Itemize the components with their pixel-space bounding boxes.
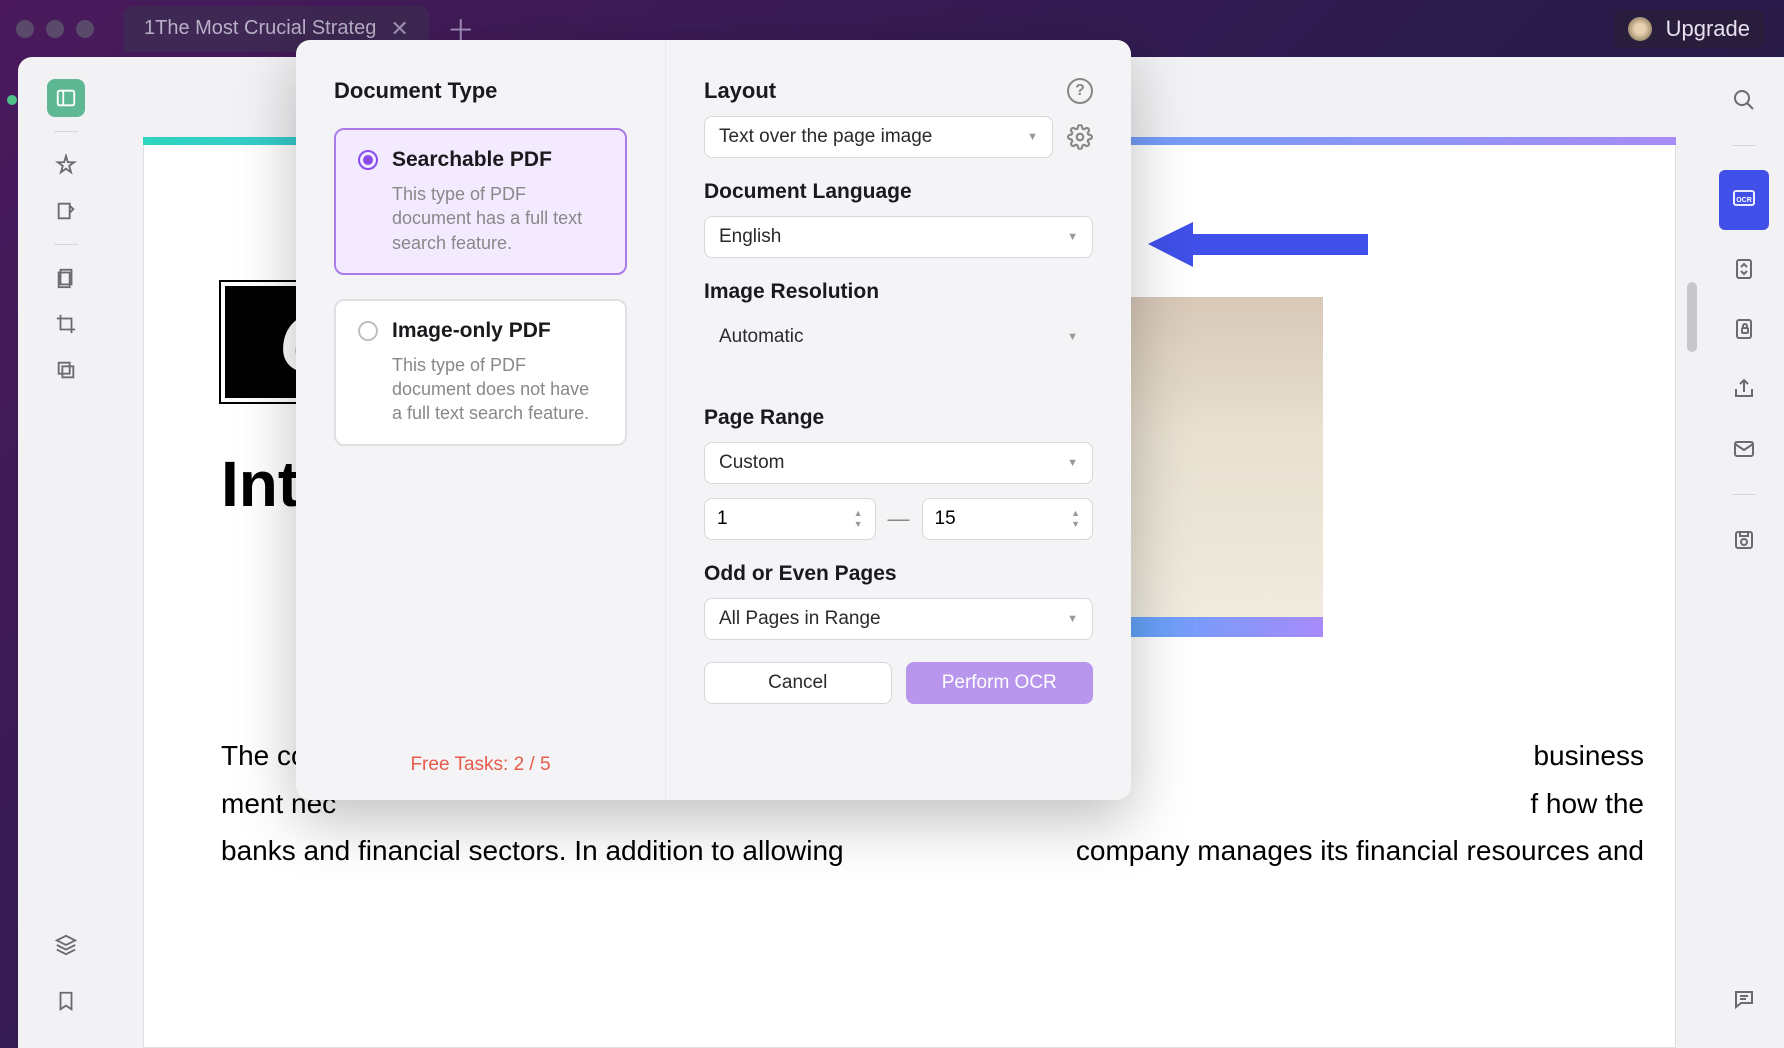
parity-value: All Pages in Range xyxy=(719,608,881,630)
cancel-button[interactable]: Cancel xyxy=(704,662,892,704)
doc-type-image-only-pdf[interactable]: Image-only PDF This type of PDF document… xyxy=(334,299,627,446)
layout-select[interactable]: Text over the page image ▼ xyxy=(704,116,1053,158)
left-sidebar xyxy=(18,57,113,1048)
layout-value: Text over the page image xyxy=(719,126,932,148)
minimize-window-button[interactable] xyxy=(46,20,64,38)
protect-icon[interactable] xyxy=(1723,308,1765,350)
stepper-icon[interactable]: ▲▼ xyxy=(1071,509,1080,529)
maximize-window-button[interactable] xyxy=(76,20,94,38)
page-from-value: 1 xyxy=(717,508,728,530)
language-select[interactable]: English ▼ xyxy=(704,216,1093,258)
chevron-down-icon: ▼ xyxy=(1067,457,1078,469)
resolution-label: Image Resolution xyxy=(704,280,1093,304)
chevron-down-icon: ▼ xyxy=(1067,231,1078,243)
ocr-dialog-left: Document Type Searchable PDF This type o… xyxy=(296,40,666,800)
document-body-right: business f how the company manages its f… xyxy=(1076,732,1644,875)
svg-text:OCR: OCR xyxy=(1736,197,1752,204)
gear-icon[interactable] xyxy=(1067,124,1093,150)
help-icon[interactable]: ? xyxy=(1067,78,1093,104)
parity-label: Odd or Even Pages xyxy=(704,562,1093,586)
page-from-input[interactable]: 1 ▲▼ xyxy=(704,498,876,540)
upgrade-label: Upgrade xyxy=(1666,16,1750,42)
close-window-button[interactable] xyxy=(16,20,34,38)
duplicate-icon[interactable] xyxy=(47,351,85,389)
ocr-icon[interactable]: OCR xyxy=(1719,170,1769,230)
language-value: English xyxy=(719,226,781,248)
ocr-dialog-right: Layout ? Text over the page image ▼ Docu… xyxy=(666,40,1131,800)
window-controls xyxy=(16,20,94,38)
parity-select[interactable]: All Pages in Range ▼ xyxy=(704,598,1093,640)
document-type-label: Document Type xyxy=(334,78,627,104)
close-tab-icon[interactable]: ✕ xyxy=(390,16,408,42)
scroll-thumb[interactable] xyxy=(1687,282,1697,352)
page-range-select[interactable]: Custom ▼ xyxy=(704,442,1093,484)
chevron-down-icon: ▼ xyxy=(1067,331,1078,343)
mail-icon[interactable] xyxy=(1723,428,1765,470)
chevron-down-icon: ▼ xyxy=(1027,131,1038,143)
radio-selected-icon xyxy=(358,150,378,170)
radio-unselected-icon xyxy=(358,321,378,341)
pages-icon[interactable] xyxy=(47,259,85,297)
tab-title: 1The Most Crucial Strateg xyxy=(144,17,376,40)
option-title: Searchable PDF xyxy=(392,148,552,172)
right-sidebar: OCR xyxy=(1704,57,1784,1048)
option-description: This type of PDF document has a full tex… xyxy=(392,182,603,255)
range-dash: — xyxy=(888,506,910,532)
convert-icon[interactable] xyxy=(1723,248,1765,290)
annotation-arrow xyxy=(1148,217,1368,272)
doc-type-searchable-pdf[interactable]: Searchable PDF This type of PDF document… xyxy=(334,128,627,275)
bookmark-icon[interactable] xyxy=(47,982,85,1020)
chevron-down-icon: ▼ xyxy=(1067,613,1078,625)
page-to-input[interactable]: 15 ▲▼ xyxy=(922,498,1094,540)
language-label: Document Language xyxy=(704,180,1093,204)
option-description: This type of PDF document does not have … xyxy=(392,353,603,426)
reader-mode-icon[interactable] xyxy=(47,79,85,117)
search-icon[interactable] xyxy=(1723,79,1765,121)
page-range-label: Page Range xyxy=(704,406,1093,430)
perform-ocr-button[interactable]: Perform OCR xyxy=(906,662,1094,704)
highlight-icon[interactable] xyxy=(47,146,85,184)
layers-icon[interactable] xyxy=(47,926,85,964)
layout-label: Layout xyxy=(704,78,776,104)
avatar xyxy=(1628,17,1652,41)
ocr-dialog: Document Type Searchable PDF This type o… xyxy=(296,40,1131,800)
comment-icon[interactable] xyxy=(1723,978,1765,1020)
free-tasks-label: Free Tasks: 2 / 5 xyxy=(334,754,627,776)
upgrade-button[interactable]: Upgrade xyxy=(1614,10,1764,48)
stepper-icon[interactable]: ▲▼ xyxy=(854,509,863,529)
page-to-value: 15 xyxy=(935,508,956,530)
document-photo xyxy=(1123,297,1323,637)
save-icon[interactable] xyxy=(1723,519,1765,561)
annotate-icon[interactable] xyxy=(47,192,85,230)
crop-icon[interactable] xyxy=(47,305,85,343)
share-icon[interactable] xyxy=(1723,368,1765,410)
resolution-value: Automatic xyxy=(719,326,803,348)
resolution-select[interactable]: Automatic ▼ xyxy=(704,316,1093,358)
page-indicator-dot xyxy=(7,95,17,105)
page-range-value: Custom xyxy=(719,452,784,474)
option-title: Image-only PDF xyxy=(392,319,551,343)
